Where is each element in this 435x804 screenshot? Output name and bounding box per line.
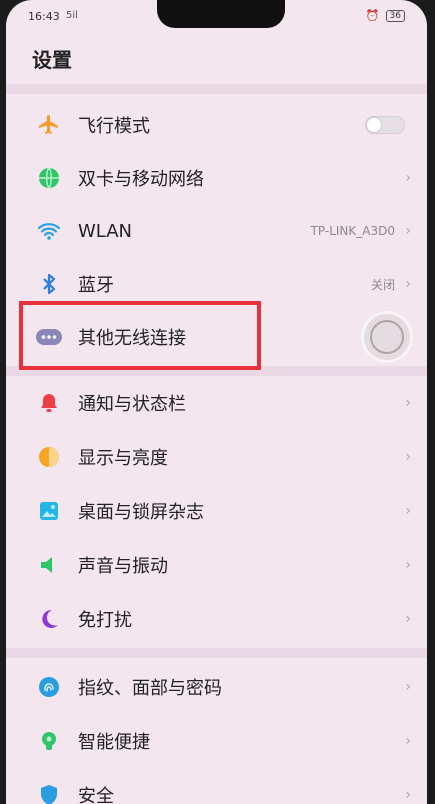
item-label: 安全	[78, 786, 114, 804]
highlight-box	[19, 301, 261, 370]
item-label: 显示与亮度	[78, 448, 168, 469]
brightness-icon	[36, 444, 62, 470]
wifi-icon	[36, 218, 62, 244]
battery-icon: 36	[385, 9, 405, 22]
chevron-right-icon: ›	[405, 733, 411, 749]
item-label: WLAN	[78, 220, 133, 242]
speaker-icon	[36, 552, 62, 578]
settings-item-wallpaper[interactable]: 桌面与锁屏杂志 ›	[6, 484, 427, 538]
fingerprint-icon	[36, 674, 62, 700]
wallpaper-icon	[36, 498, 62, 524]
settings-item-sound[interactable]: 声音与振动 ›	[6, 538, 427, 592]
chevron-right-icon: ›	[405, 557, 411, 573]
phone-screen: 16:43 5il ⏰ 36 设置 飞行模式 双卡与移动网络 › WLAN TP…	[6, 0, 427, 804]
chevron-right-icon: ›	[405, 223, 411, 239]
page-title: 设置	[32, 48, 72, 72]
settings-item-notifications[interactable]: 通知与状态栏 ›	[6, 376, 427, 430]
settings-item-airplane-mode[interactable]: 飞行模式	[6, 98, 427, 152]
assistive-touch-button[interactable]	[361, 311, 413, 363]
security-icon	[36, 782, 62, 804]
chevron-right-icon: ›	[405, 170, 411, 186]
chevron-right-icon: ›	[405, 395, 411, 411]
item-label: 双卡与移动网络	[78, 169, 204, 190]
chevron-right-icon: ›	[405, 787, 411, 803]
item-label: 飞行模式	[78, 116, 150, 137]
item-label: 智能便捷	[78, 732, 150, 753]
airplane-icon	[36, 112, 62, 138]
bluetooth-status: 关闭	[370, 277, 395, 292]
globe-icon	[36, 165, 62, 191]
smart-assist-icon	[36, 728, 62, 754]
chevron-right-icon: ›	[405, 276, 411, 292]
item-label: 通知与状态栏	[78, 394, 186, 415]
item-label: 桌面与锁屏杂志	[78, 502, 204, 523]
bell-icon	[36, 390, 62, 416]
settings-item-do-not-disturb[interactable]: 免打扰 ›	[6, 592, 427, 646]
moon-icon	[36, 606, 62, 632]
chevron-right-icon: ›	[405, 449, 411, 465]
item-label: 免打扰	[78, 610, 132, 631]
status-time: 16:43	[28, 10, 60, 23]
settings-item-dual-sim[interactable]: 双卡与移动网络 ›	[6, 151, 427, 205]
settings-item-smart-assist[interactable]: 智能便捷 ›	[6, 714, 427, 768]
item-label: 指纹、面部与密码	[78, 678, 222, 699]
signal-indicator: 5il	[66, 10, 78, 21]
item-label: 声音与振动	[78, 556, 168, 577]
alarm-icon: ⏰	[365, 9, 380, 22]
item-label: 蓝牙	[78, 275, 114, 296]
chevron-right-icon: ›	[405, 503, 411, 519]
chevron-right-icon: ›	[405, 611, 411, 627]
section-divider	[6, 648, 427, 658]
section-divider	[6, 84, 427, 94]
chevron-right-icon: ›	[405, 679, 411, 695]
settings-item-fingerprint[interactable]: 指纹、面部与密码 ›	[6, 660, 427, 714]
settings-item-security[interactable]: 安全 ›	[6, 768, 427, 804]
airplane-mode-toggle[interactable]	[365, 116, 405, 134]
wlan-network-name: TP-LINK_A3D0	[310, 224, 395, 238]
settings-item-wlan[interactable]: WLAN TP-LINK_A3D0 ›	[6, 204, 427, 258]
settings-item-display[interactable]: 显示与亮度 ›	[6, 430, 427, 484]
status-bar: 16:43 5il ⏰ 36	[28, 9, 405, 28]
bluetooth-icon	[36, 271, 62, 297]
